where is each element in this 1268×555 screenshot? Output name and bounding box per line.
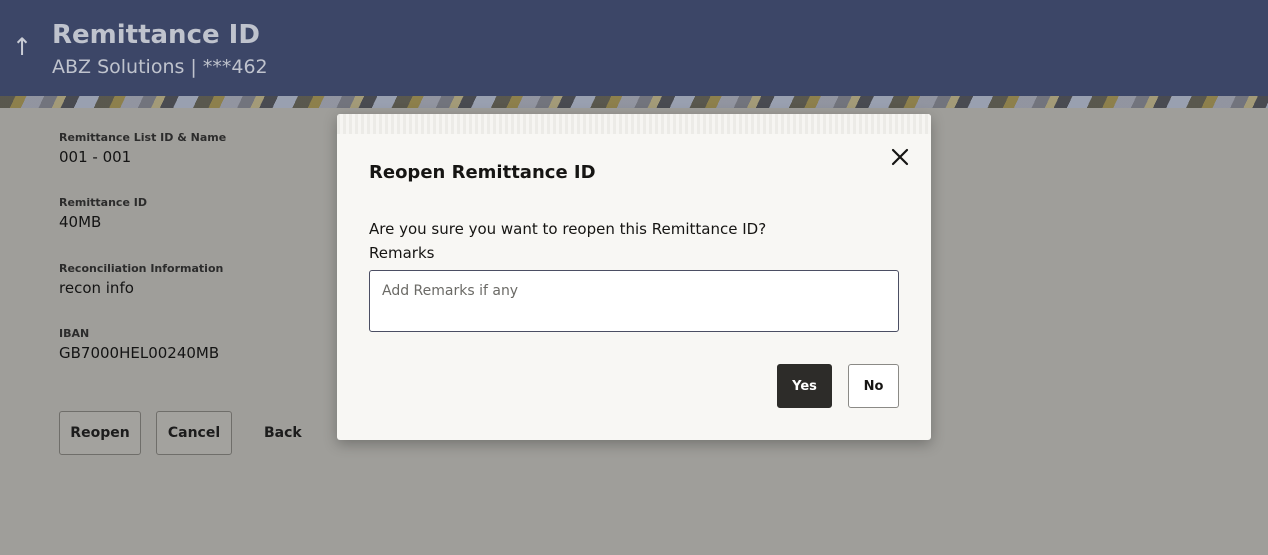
remarks-input[interactable] [369,270,899,332]
reopen-button[interactable]: Reopen [59,411,141,455]
remarks-label: Remarks [369,244,435,262]
field-value: 40MB [59,213,102,231]
field-label: Remittance List ID & Name [59,131,227,144]
field-value: 001 - 001 [59,148,132,166]
field-label: IBAN [59,327,90,340]
yes-button[interactable]: Yes [777,364,832,408]
reopen-remittance-dialog: Reopen Remittance ID Are you sure you wa… [337,114,931,440]
page-header: ↑ Remittance ID ABZ Solutions | ***462 [0,0,1268,96]
field-label: Reconciliation Information [59,262,224,275]
back-link[interactable]: Back [264,411,302,455]
up-arrow-icon[interactable]: ↑ [11,32,33,62]
page-subtitle: ABZ Solutions | ***462 [52,56,268,78]
no-button[interactable]: No [848,364,899,408]
field-label: Remittance ID [59,196,147,209]
decorative-pattern-band [0,96,1268,108]
field-remittance-list: Remittance List ID & Name 001 - 001 [59,131,226,167]
field-remittance-id: Remittance ID 40MB [59,196,147,232]
field-value: recon info [59,279,134,297]
dialog-question: Are you sure you want to reopen this Rem… [369,220,767,238]
cancel-button[interactable]: Cancel [156,411,232,455]
page-title: Remittance ID [52,20,260,50]
dialog-title: Reopen Remittance ID [369,162,596,183]
field-value: GB7000HEL00240MB [59,344,220,362]
field-iban: IBAN GB7000HEL00240MB [59,327,219,363]
close-icon[interactable] [889,146,911,168]
dialog-header-pattern [337,114,931,134]
field-reconciliation-info: Reconciliation Information recon info [59,262,223,298]
